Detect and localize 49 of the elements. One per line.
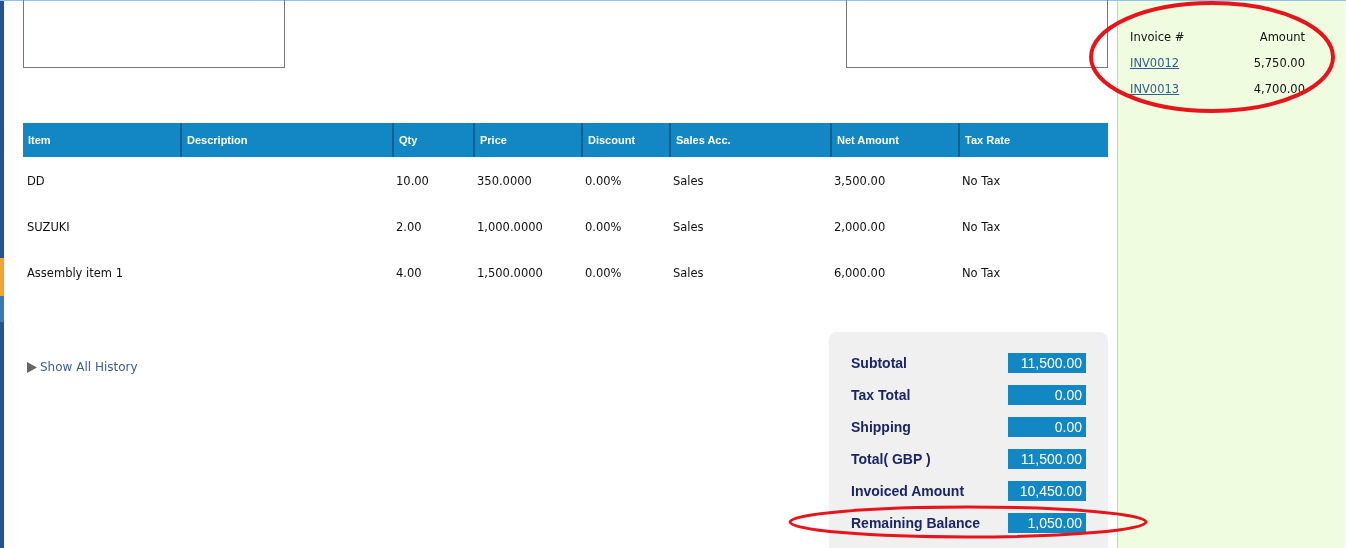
total-label: Subtotal <box>851 355 907 371</box>
invoice-amount: 4,700.00 <box>1253 82 1305 96</box>
column-header: Sales Acc. <box>669 123 830 157</box>
table-cell: 1,500.0000 <box>477 266 543 280</box>
column-header: Discount <box>581 123 669 157</box>
table-cell: 2.00 <box>396 220 422 234</box>
table-cell: 0.00% <box>585 266 622 280</box>
total-label: Total( GBP ) <box>851 451 931 467</box>
table-cell: 4.00 <box>396 266 422 280</box>
show-history-link[interactable]: Show All History <box>40 360 138 374</box>
total-value: 1,050.00 <box>1008 513 1086 533</box>
table-cell: 6,000.00 <box>834 266 886 280</box>
table-cell: Sales <box>673 266 704 280</box>
table-cell: DD <box>27 174 45 188</box>
column-header: Description <box>180 123 392 157</box>
table-cell: 350.0000 <box>477 174 532 188</box>
total-label: Invoiced Amount <box>851 483 965 499</box>
invoice-link[interactable]: INV0012 <box>1130 56 1180 70</box>
table-cell: 3,500.00 <box>834 174 886 188</box>
table-cell: Sales <box>673 174 704 188</box>
table-cell: 1,000.0000 <box>477 220 543 234</box>
table-cell: No Tax <box>962 266 1001 280</box>
total-value: 11,500.00 <box>1008 353 1086 373</box>
table-cell: 2,000.00 <box>834 220 886 234</box>
total-value: 0.00 <box>1008 417 1086 437</box>
total-label: Shipping <box>851 419 911 435</box>
column-header: Tax Rate <box>958 123 1108 157</box>
table-cell: Sales <box>673 220 704 234</box>
column-header: Price <box>473 123 581 157</box>
table-cell: 0.00% <box>585 220 622 234</box>
column-header: Net Amount <box>830 123 958 157</box>
table-cell: 0.00% <box>585 174 622 188</box>
table-cell: 10.00 <box>396 174 429 188</box>
table-cell: Assembly item 1 <box>27 266 124 280</box>
invoice-amount: 5,750.00 <box>1253 56 1305 70</box>
invoice-link[interactable]: INV0013 <box>1130 82 1180 96</box>
total-value: 11,500.00 <box>1008 449 1086 469</box>
column-header: Qty <box>392 123 473 157</box>
expand-triangle-icon <box>27 361 37 373</box>
column-header: Invoice # <box>1130 30 1185 44</box>
table-cell: No Tax <box>962 174 1001 188</box>
table-cell: SUZUKI <box>27 220 70 234</box>
table-cell: No Tax <box>962 220 1001 234</box>
total-value: 0.00 <box>1008 385 1086 405</box>
column-header: Amount <box>1259 30 1305 44</box>
column-header: Item <box>27 133 52 148</box>
total-value: 10,450.00 <box>1008 481 1086 501</box>
total-label: Remaining Balance <box>851 515 981 531</box>
total-label: Tax Total <box>851 387 911 403</box>
